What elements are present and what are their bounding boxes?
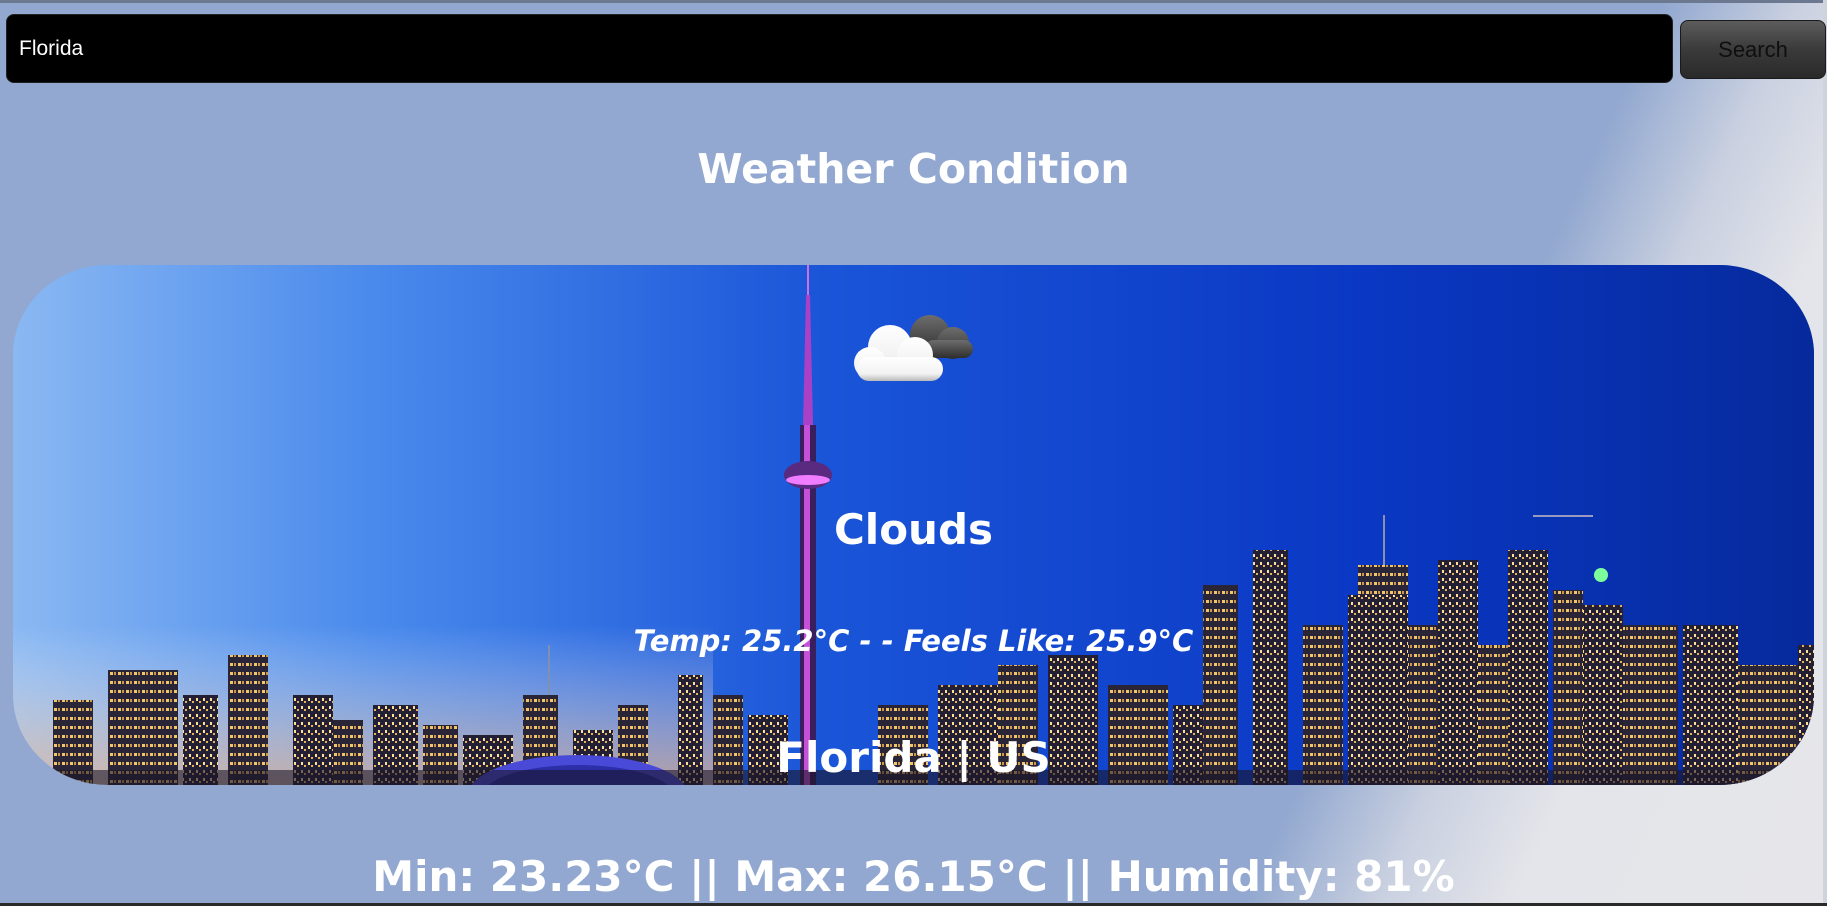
- page-title: Weather Condition: [697, 145, 1130, 193]
- weather-stats: Min: 23.23°C || Max: 26.15°C || Humidity…: [372, 852, 1455, 901]
- temperature-text: Temp: 25.2°C - - Feels Like: 25.9°C: [633, 624, 1194, 658]
- search-field[interactable]: [6, 14, 1673, 83]
- location-text: Florida | US: [776, 733, 1051, 782]
- clouds-icon: [854, 315, 973, 381]
- search-input[interactable]: [7, 35, 1672, 62]
- weather-condition: Clouds: [833, 505, 994, 554]
- search-button[interactable]: Search: [1680, 20, 1826, 79]
- top-border: [0, 0, 1827, 3]
